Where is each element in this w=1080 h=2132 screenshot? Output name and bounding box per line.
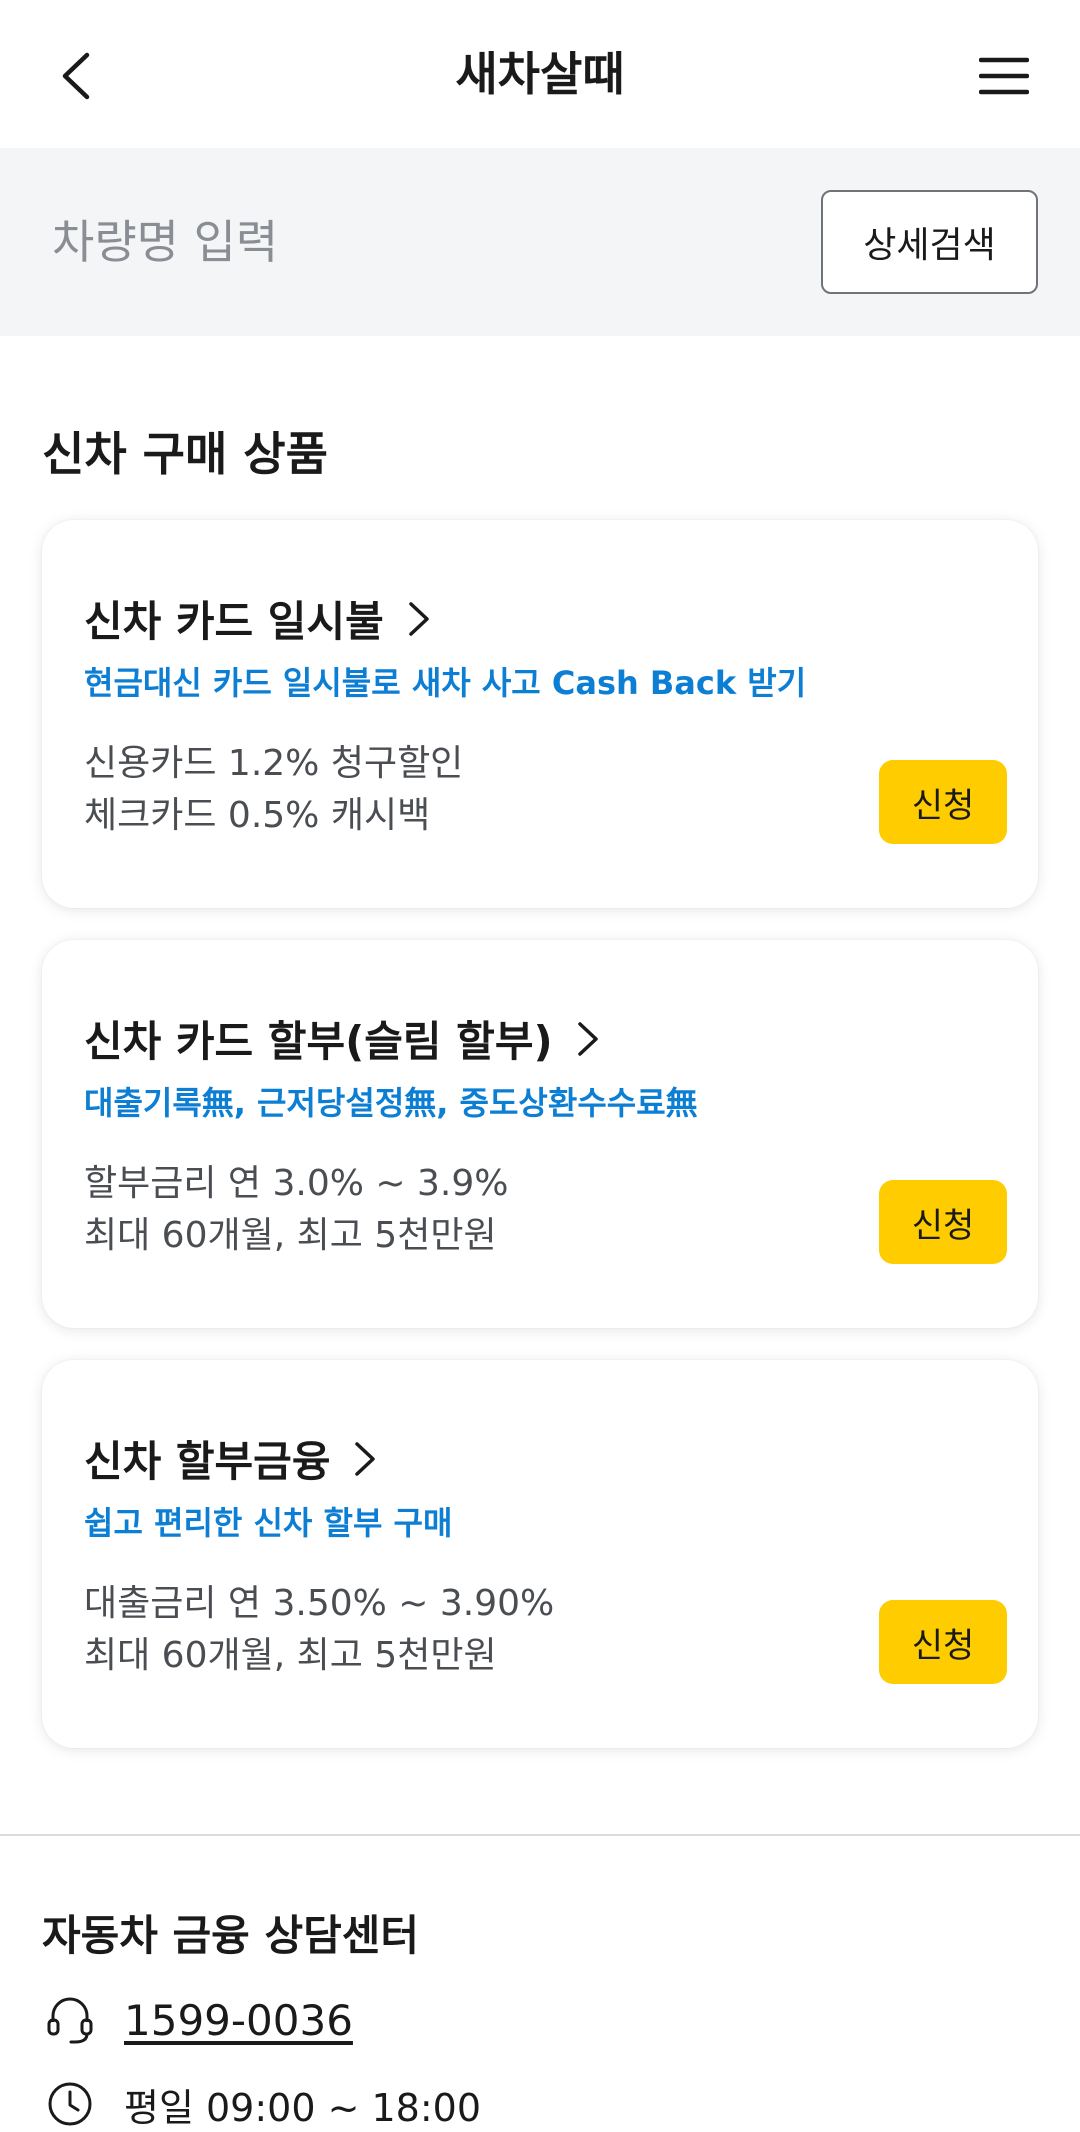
business-hours: 평일 09:00 ~ 18:00 [124, 2085, 482, 2130]
card-description: 대출금리 연 3.50% ~ 3.90% 최대 60개월, 최고 5천만원 [84, 1578, 554, 1682]
app-header: 새차살때 [0, 0, 1080, 148]
apply-button[interactable]: 신청 [879, 760, 1007, 844]
card-subtitle: 현금대신 카드 일시불로 새차 사고 Cash Back 받기 [84, 664, 807, 702]
card-desc-line: 대출금리 연 3.50% ~ 3.90% [84, 1583, 555, 1624]
hamburger-menu-icon [979, 57, 1029, 95]
apply-button[interactable]: 신청 [879, 1180, 1007, 1264]
card-title: 신차 할부금융 [84, 1437, 331, 1486]
consult-center-title: 자동차 금융 상담센터 [42, 1911, 420, 1960]
card-desc-line: 최대 60개월, 최고 5천만원 [84, 1635, 497, 1676]
card-desc-line: 체크카드 0.5% 캐시백 [84, 795, 431, 836]
card-title-link[interactable]: 신차 카드 할부(슬림 할부) [84, 1008, 601, 1069]
card-subtitle: 대출기록無, 근저당설정無, 중도상환수수료無 [84, 1084, 698, 1122]
vehicle-name-search-input[interactable] [52, 188, 772, 296]
section-divider [0, 1834, 1080, 1836]
product-card-card-lump-sum[interactable]: 신차 카드 일시불 현금대신 카드 일시불로 새차 사고 Cash Back 받… [42, 520, 1038, 908]
card-title: 신차 카드 할부(슬림 할부) [84, 1017, 553, 1066]
chevron-right-icon [355, 1441, 376, 1476]
card-title-link[interactable]: 신차 카드 일시불 [84, 588, 432, 649]
chevron-left-icon [62, 52, 90, 100]
menu-button[interactable] [968, 44, 1040, 108]
search-bar: 상세검색 [0, 148, 1080, 336]
detail-search-button[interactable]: 상세검색 [821, 190, 1038, 294]
chevron-right-icon [577, 1021, 598, 1056]
card-description: 신용카드 1.2% 청구할인 체크카드 0.5% 캐시백 [84, 738, 463, 842]
card-desc-line: 신용카드 1.2% 청구할인 [84, 743, 464, 784]
card-subtitle: 쉽고 편리한 신차 할부 구매 [84, 1504, 453, 1542]
back-button[interactable] [42, 40, 106, 112]
card-description: 할부금리 연 3.0% ~ 3.9% 최대 60개월, 최고 5천만원 [84, 1158, 508, 1262]
headset-icon [42, 1992, 98, 2048]
phone-row: 1599-0036 [42, 1992, 353, 2048]
section-title: 신차 구매 상품 [42, 427, 328, 481]
card-title: 신차 카드 일시불 [84, 597, 384, 646]
apply-button[interactable]: 신청 [879, 1600, 1007, 1684]
card-title-link[interactable]: 신차 할부금융 [84, 1428, 378, 1489]
card-desc-line: 최대 60개월, 최고 5천만원 [84, 1215, 497, 1256]
card-desc-line: 할부금리 연 3.0% ~ 3.9% [84, 1163, 509, 1204]
phone-number-link[interactable]: 1599-0036 [124, 1996, 353, 2045]
page-title: 새차살때 [455, 47, 625, 101]
chevron-right-icon [408, 601, 429, 636]
product-card-card-installment[interactable]: 신차 카드 할부(슬림 할부) 대출기록無, 근저당설정無, 중도상환수수료無 … [42, 940, 1038, 1328]
product-card-installment-finance[interactable]: 신차 할부금융 쉽고 편리한 신차 할부 구매 대출금리 연 3.50% ~ 3… [42, 1360, 1038, 1748]
